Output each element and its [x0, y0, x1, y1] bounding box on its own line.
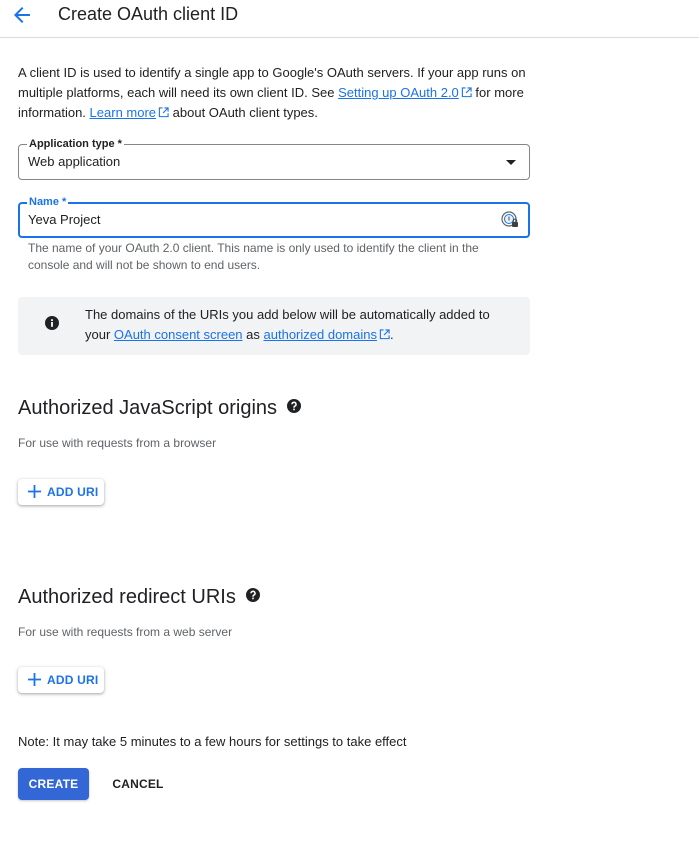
name-value: Yeva Project — [28, 212, 101, 227]
oauth-consent-screen-link[interactable]: OAuth consent screen — [114, 327, 243, 342]
create-button[interactable]: CREATE — [18, 768, 89, 800]
dropdown-arrow-icon — [506, 160, 516, 165]
intro-text: A client ID is used to identify a single… — [18, 63, 528, 123]
js-origins-subtitle: For use with requests from a browser — [18, 436, 217, 450]
add-js-origin-button[interactable]: ADD URI — [18, 479, 104, 505]
add-redirect-uri-button[interactable]: ADD URI — [18, 667, 104, 693]
help-icon[interactable] — [287, 399, 302, 413]
info-text-part: . — [389, 327, 394, 342]
plus-icon — [28, 673, 41, 686]
redirect-uris-title: Authorized redirect URIs — [18, 586, 236, 608]
learn-more-link[interactable]: Learn more — [90, 105, 156, 120]
js-origins-heading: Authorized JavaScript origins — [18, 396, 302, 420]
help-icon[interactable] — [245, 588, 260, 602]
cancel-button[interactable]: CANCEL — [103, 768, 173, 800]
add-js-origin-label: ADD URI — [47, 485, 99, 499]
external-link-icon — [158, 107, 169, 118]
redirect-uris-heading: Authorized redirect URIs — [18, 585, 260, 609]
back-button[interactable] — [10, 3, 34, 27]
redirect-uris-subtitle: For use with requests from a web server — [18, 625, 233, 639]
settings-note: Note: It may take 5 minutes to a few hou… — [18, 734, 407, 749]
name-input[interactable]: Name * Yeva Project — [18, 195, 530, 238]
authorized-domains-link[interactable]: authorized domains — [264, 327, 377, 342]
page-title: Create OAuth client ID — [58, 4, 239, 24]
add-redirect-uri-label: ADD URI — [47, 673, 99, 687]
name-hint: The name of your OAuth 2.0 client. This … — [28, 241, 479, 272]
info-icon — [45, 316, 59, 330]
external-link-icon — [461, 87, 472, 98]
info-text-part: as — [242, 327, 264, 342]
plus-icon — [28, 485, 41, 498]
external-link-icon — [379, 329, 390, 340]
intro-text-part: about OAuth client types. — [169, 105, 318, 120]
application-type-select[interactable]: Application type * Web application — [18, 137, 530, 180]
page-header: Create OAuth client ID — [0, 0, 699, 38]
info-banner: The domains of the URIs you add below wi… — [18, 297, 530, 355]
application-type-label: Application type * — [27, 137, 124, 151]
setting-up-oauth-link-label: Setting up OAuth 2.0 — [338, 85, 459, 100]
application-type-value: Web application — [28, 154, 121, 169]
arrow-left-icon — [14, 7, 30, 23]
info-banner-text: The domains of the URIs you add below wi… — [85, 305, 515, 345]
setting-up-oauth-link[interactable]: Setting up OAuth 2.0 — [338, 85, 472, 100]
learn-more-link-label: Learn more — [89, 105, 157, 120]
password-manager-icon[interactable] — [501, 211, 519, 229]
name-label: Name * — [27, 195, 69, 209]
js-origins-title: Authorized JavaScript origins — [18, 397, 278, 419]
